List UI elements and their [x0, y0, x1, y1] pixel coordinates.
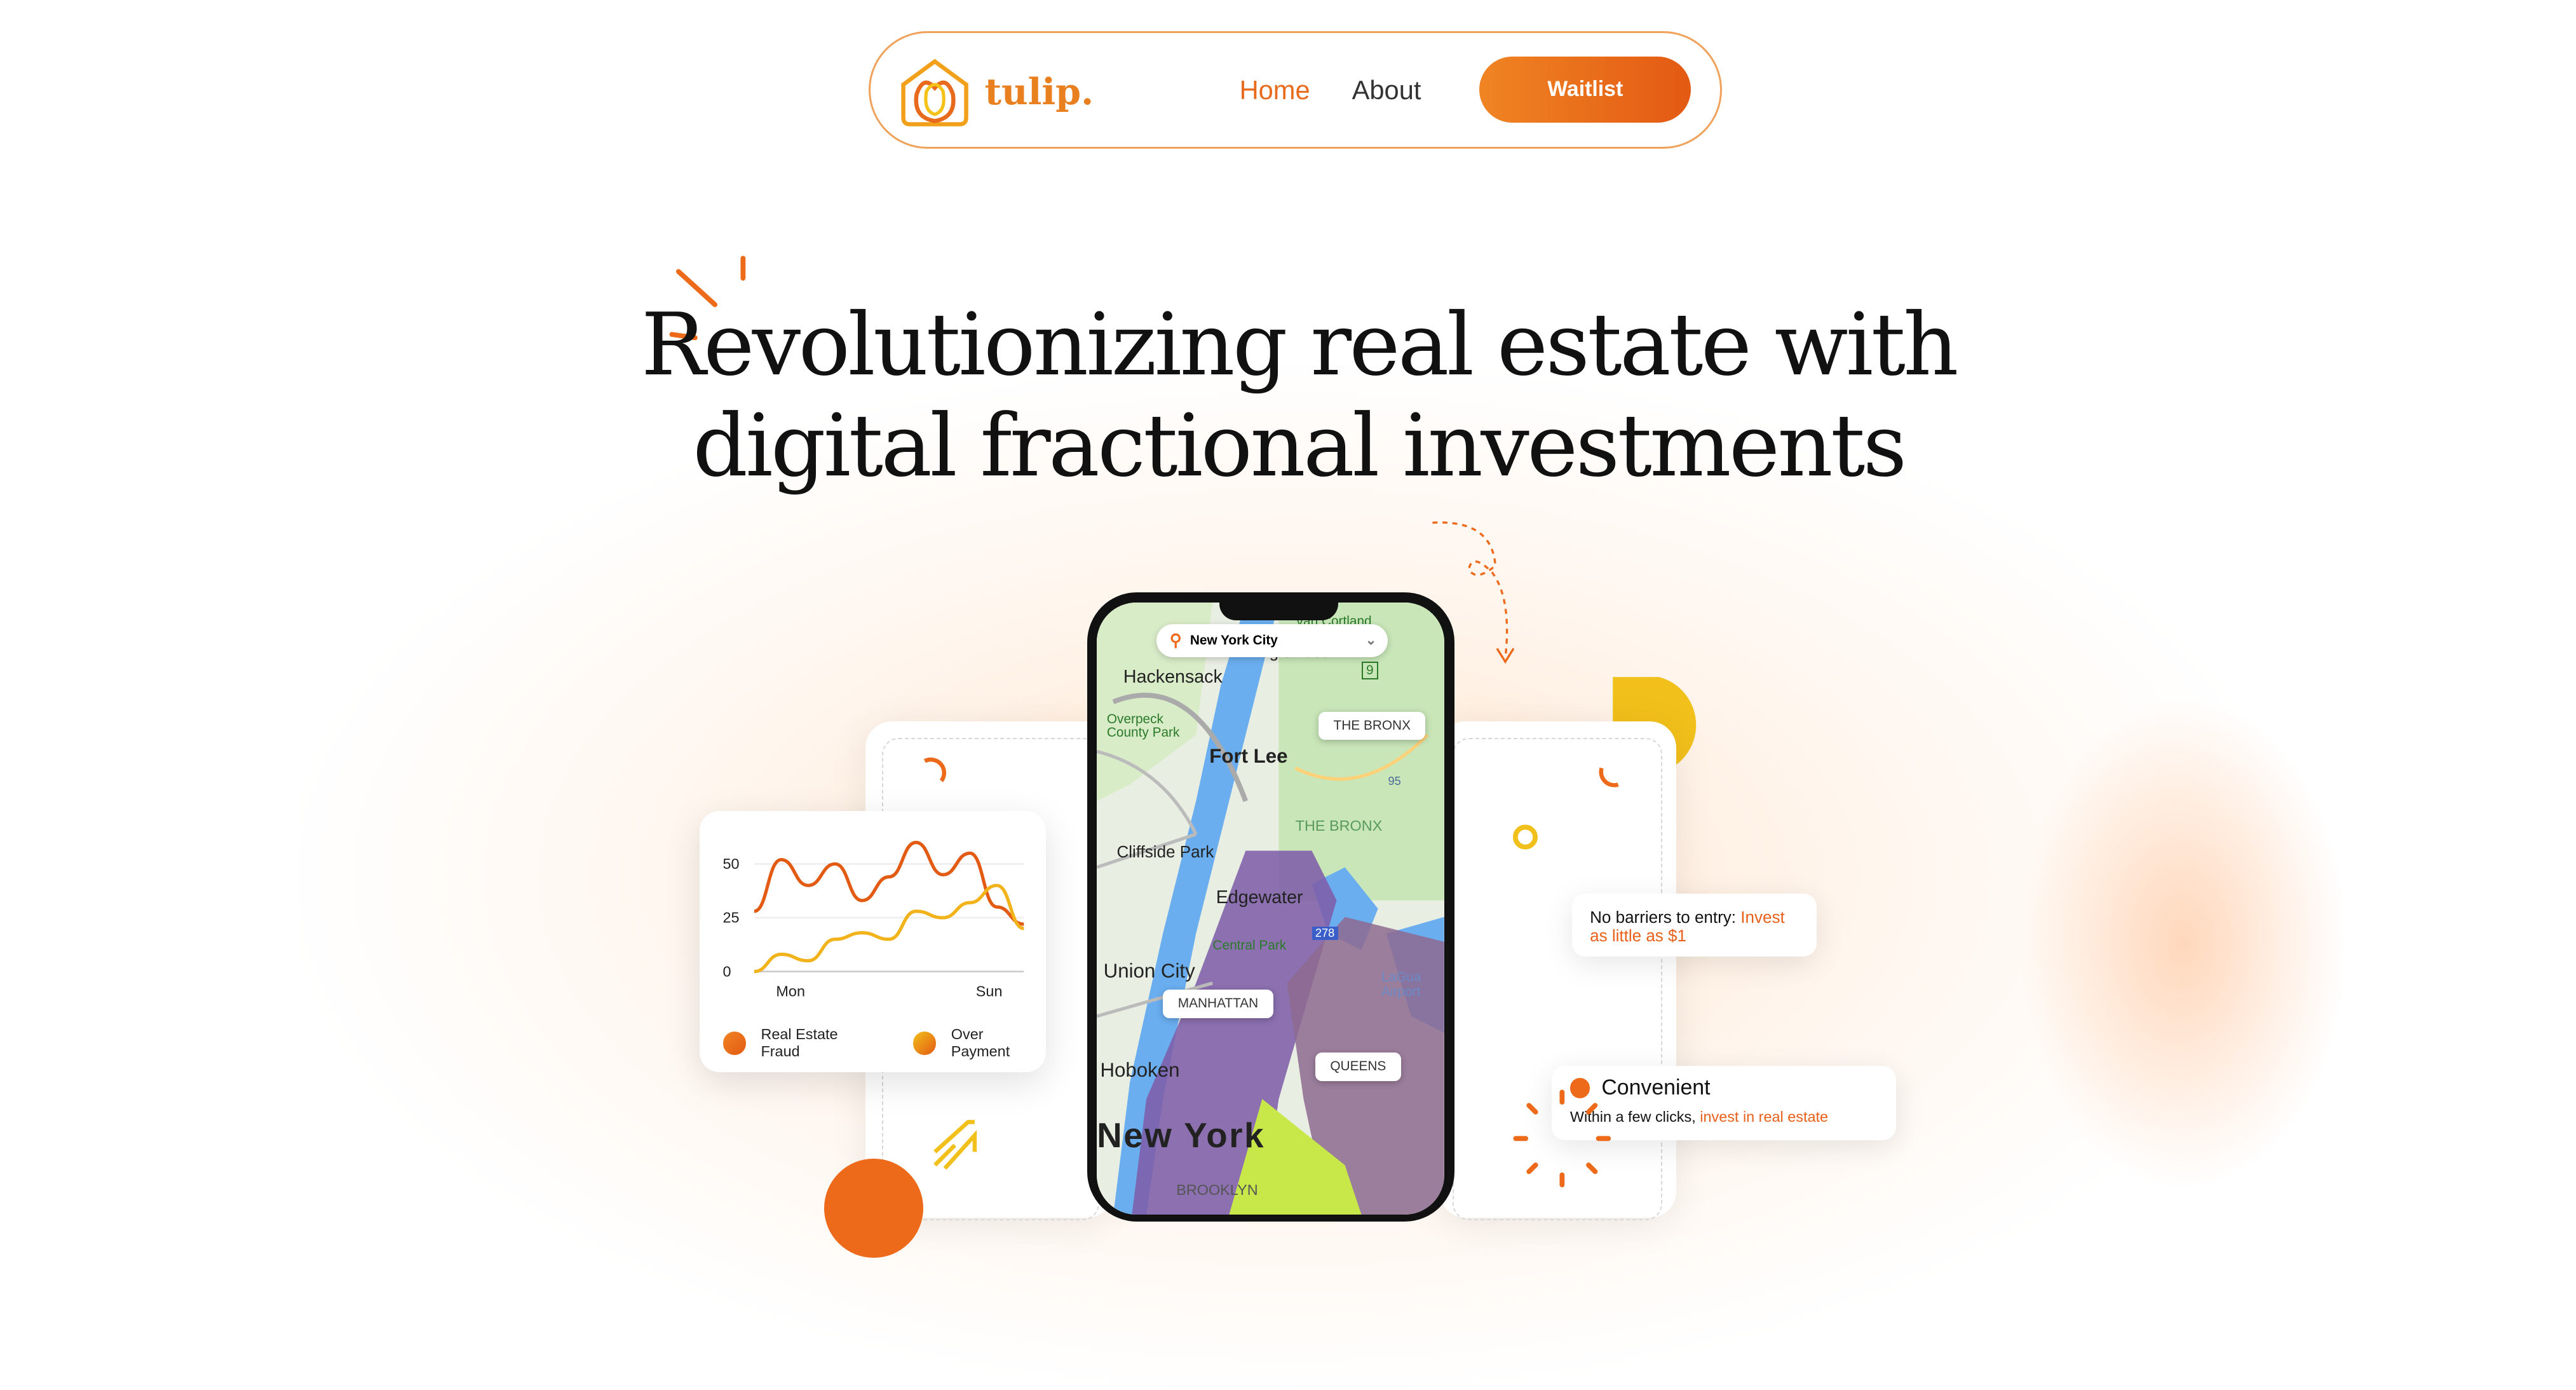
arc-decoration-icon — [923, 758, 947, 782]
brand-name[interactable]: tulip. — [985, 70, 1094, 113]
map-screen[interactable]: ⚲ New York City ⌄ Van Cortland Englewood… — [1097, 602, 1444, 1215]
phone-notch — [1219, 602, 1339, 621]
chevron-down-icon: ⌄ — [1365, 633, 1377, 648]
map-label-central-park: Central Park — [1212, 938, 1287, 953]
hero-title-line-1: Revolutionizing real estate with — [641, 294, 1959, 395]
map-pin-icon: ⚲ — [1169, 630, 1182, 650]
legend-label-fraud: Real Estate Fraud — [761, 1026, 838, 1060]
map-label-laguardia: LaGua Airport — [1381, 969, 1421, 1000]
hero-title: Revolutionizing real estate with digital… — [546, 294, 2051, 496]
legend-swatch-fraud — [722, 1032, 747, 1055]
hero-title-line-2: digital fractional investments — [693, 395, 1907, 496]
chart-x-tick-label: Sun — [976, 983, 1003, 999]
convenient-title: Convenient — [1601, 1075, 1711, 1100]
map-label-brooklyn: BROOKLYN — [1176, 1182, 1258, 1198]
legend-swatch-overpayment — [913, 1032, 937, 1055]
chart-y-tick-label: 25 — [723, 910, 740, 926]
map-label-cliffside: Cliffside Park — [1116, 842, 1214, 862]
location-label: New York City — [1190, 632, 1278, 648]
top-navbar: tulip. Home About Waitlist — [868, 31, 1723, 149]
legend-label-overpayment: Over Payment — [951, 1026, 1010, 1060]
map-label-hackensack: Hackensack — [1123, 667, 1223, 688]
route-9-badge: 9 — [1361, 662, 1378, 680]
phone-mockup: ⚲ New York City ⌄ Van Cortland Englewood… — [1087, 592, 1454, 1222]
background-glow-right — [2018, 695, 2350, 1192]
map-tag-queens[interactable]: QUEENS — [1315, 1052, 1401, 1081]
map-label-edgewater: Edgewater — [1216, 887, 1303, 908]
orange-circle-shape — [824, 1158, 923, 1258]
route-95-badge: 95 — [1388, 774, 1401, 787]
map-label-union-city: Union City — [1103, 960, 1195, 983]
no-barriers-text: No barriers to entry: — [1590, 908, 1741, 927]
no-barriers-card: No barriers to entry: Invest as little a… — [1571, 893, 1817, 957]
map-label-fort-lee: Fort Lee — [1209, 744, 1288, 767]
series-line-real-estate-fraud — [754, 840, 1025, 926]
chart-y-tick-label: 0 — [723, 963, 731, 979]
tulip-logo-icon[interactable] — [893, 51, 976, 131]
map-label-the-bronx-area: THE BRONX — [1295, 817, 1383, 835]
map-label-overpeck: Overpeck County Park — [1106, 712, 1180, 740]
chart-x-tick-label: Mon — [776, 983, 806, 999]
series-line-over-payment — [754, 883, 1025, 973]
line-chart: 50 25 0 Mon Sun — [723, 840, 1025, 999]
map-label-hoboken: Hoboken — [1100, 1059, 1180, 1082]
nav-link-home[interactable]: Home — [1240, 75, 1310, 106]
convenient-accent: invest in real estate — [1700, 1108, 1829, 1126]
arc-decoration-icon — [1599, 767, 1619, 787]
burst-decoration-icon — [1513, 1089, 1611, 1188]
nav-link-about[interactable]: About — [1352, 75, 1421, 106]
chevrons-up-icon — [933, 1120, 977, 1170]
chart-y-tick-label: 50 — [723, 855, 740, 872]
ring-decoration-icon — [1513, 824, 1538, 850]
chart-legend: Real Estate Fraud Over Payment — [722, 1026, 1046, 1060]
map-tag-bronx[interactable]: THE BRONX — [1319, 711, 1426, 740]
map-label-new-york: New York — [1097, 1115, 1266, 1155]
chart-card: 50 25 0 Mon Sun Real Estate Fraud Over Payme… — [700, 810, 1046, 1073]
location-selector[interactable]: ⚲ New York City ⌄ — [1156, 623, 1388, 657]
waitlist-button[interactable]: Waitlist — [1479, 56, 1691, 123]
map-tag-manhattan[interactable]: MANHATTAN — [1163, 989, 1273, 1018]
route-278-badge: 278 — [1312, 927, 1338, 941]
